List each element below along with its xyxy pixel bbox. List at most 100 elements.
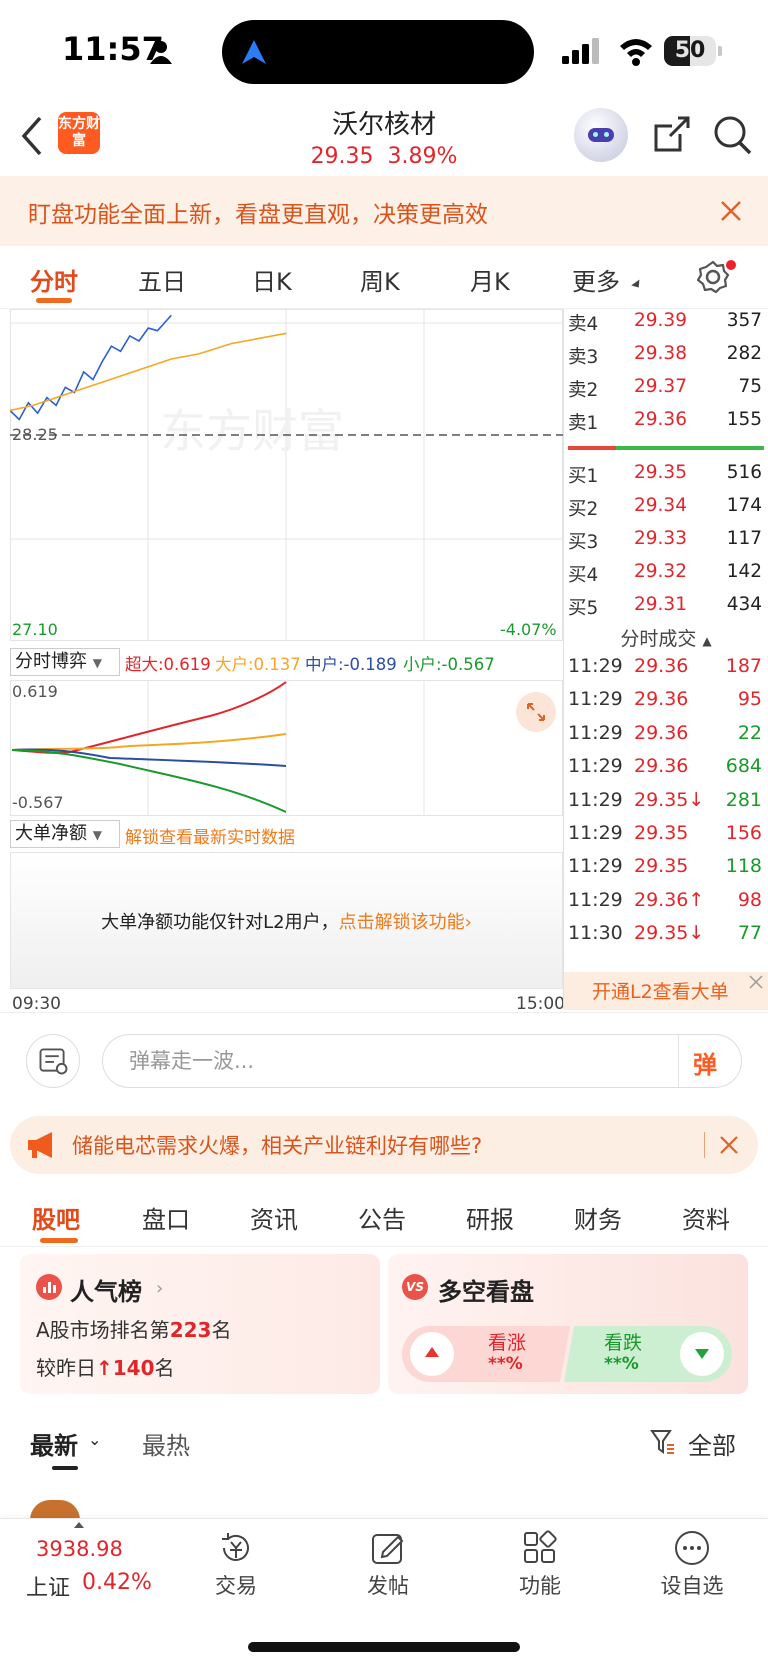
tab-weekly-k[interactable]: 周K xyxy=(360,262,400,297)
tab-more[interactable]: 更多 xyxy=(572,262,620,297)
trade-row: 11:29 29.36 684 xyxy=(568,755,762,778)
trade-row: 11:29 29.36 95 xyxy=(568,688,762,711)
sell-level-3: 卖3 29.38 282 xyxy=(568,343,762,368)
expand-icon[interactable] xyxy=(516,692,556,732)
feed-tab-hot[interactable]: 最热 xyxy=(142,1426,190,1461)
close-icon[interactable] xyxy=(718,198,744,224)
danmaku-send-button[interactable]: 弹 xyxy=(678,1034,742,1088)
popularity-rank: A股市场排名第223名 xyxy=(36,1318,232,1342)
tab-intraday[interactable]: 分时 xyxy=(30,262,78,297)
chevron-right-icon: › xyxy=(156,1278,164,1299)
caret-up-icon xyxy=(74,1522,84,1528)
ai-assistant-robot-icon[interactable] xyxy=(574,108,628,162)
bullish-pct: **% xyxy=(488,1354,523,1374)
game-selector-dropdown[interactable]: 分时博弈 ▼ xyxy=(10,648,120,676)
share-icon[interactable] xyxy=(650,114,692,156)
down-arrow-icon xyxy=(680,1332,724,1376)
tab-monthly-k[interactable]: 月K xyxy=(470,262,510,297)
buy-level-1: 买1 29.35 516 xyxy=(568,462,762,487)
cellular-signal-icon xyxy=(562,38,599,64)
trade-row: 11:29 29.35 118 xyxy=(568,855,762,878)
sell-level-2: 卖2 29.37 75 xyxy=(568,376,762,401)
popularity-title: 人气榜 xyxy=(70,1278,142,1306)
trade-row: 11:29 29.35↓ 281 xyxy=(568,788,762,811)
stock-name: 沃尔核材 xyxy=(331,110,436,140)
status-time: 11:57 xyxy=(62,30,164,68)
tab-news[interactable]: 资讯 xyxy=(250,1200,298,1235)
avatar[interactable] xyxy=(30,1500,80,1520)
compose-icon[interactable] xyxy=(368,1528,408,1568)
feed-active-indicator xyxy=(52,1466,78,1470)
nav-trade[interactable]: 交易 xyxy=(196,1570,276,1600)
tab-announcements[interactable]: 公告 xyxy=(358,1200,406,1235)
big-order-selector-dropdown[interactable]: 大单净额 ▼ xyxy=(10,820,120,848)
l2-upgrade-text[interactable]: 开通L2查看大单 xyxy=(592,977,729,1004)
stock-change-pct: 3.89% xyxy=(387,144,458,169)
game-label-small: 小户:-0.567 xyxy=(403,655,495,674)
divider xyxy=(563,309,564,1009)
nav-functions[interactable]: 功能 xyxy=(500,1570,580,1600)
up-arrow-icon xyxy=(410,1332,454,1376)
stock-price-line: 29.35 3.89% xyxy=(234,144,534,169)
bullish-label: 看涨 xyxy=(488,1332,527,1354)
gear-icon[interactable] xyxy=(696,260,730,294)
sell-level-1: 卖1 29.36 155 xyxy=(568,409,762,434)
divider xyxy=(704,1132,705,1158)
large-flow-line xyxy=(11,733,287,751)
ranking-chart-icon xyxy=(36,1274,62,1300)
notification-dot xyxy=(726,260,736,270)
tab-market[interactable]: 盘口 xyxy=(142,1200,190,1235)
intraday-price-chart[interactable]: 东方财富 xyxy=(10,309,563,641)
feed-tab-latest[interactable]: 最新 xyxy=(30,1426,78,1461)
unlock-realtime-link[interactable]: 解锁查看最新实时数据 xyxy=(125,823,295,848)
nav-add-watchlist[interactable]: 设自选 xyxy=(652,1570,732,1600)
grid-apps-icon[interactable] xyxy=(520,1528,560,1568)
unlock-feature-link[interactable]: 点击解锁该功能 xyxy=(339,912,465,933)
fund-flow-chart[interactable] xyxy=(10,680,563,816)
buy-level-4: 买4 29.32 142 xyxy=(568,561,762,586)
nav-post[interactable]: 发帖 xyxy=(348,1570,428,1600)
time-end-label: 15:00 xyxy=(516,994,565,1014)
tab-profile[interactable]: 资料 xyxy=(682,1200,730,1235)
danmaku-input[interactable]: 弹幕走一波... xyxy=(102,1034,680,1088)
filter-icon[interactable] xyxy=(650,1428,676,1456)
index-value[interactable]: 3938.98 xyxy=(36,1537,123,1561)
tab-research[interactable]: 研报 xyxy=(466,1200,514,1235)
tab-guba[interactable]: 股吧 xyxy=(32,1200,80,1235)
close-icon[interactable] xyxy=(718,1134,740,1156)
news-headline[interactable]: 储能电芯需求火爆，相关产业链利好有哪些? xyxy=(72,1130,482,1160)
divider xyxy=(0,1246,768,1247)
game-label-medium: 中户:-0.189 xyxy=(305,655,397,674)
game-label-large: 大户:0.137 xyxy=(215,655,301,674)
megaphone-icon xyxy=(28,1132,52,1158)
tab-five-day[interactable]: 五日 xyxy=(138,262,186,297)
index-pct[interactable]: 0.42% xyxy=(82,1570,152,1595)
chevron-down-icon[interactable]: ⌄ xyxy=(88,1430,101,1449)
flow-top-label: 0.619 xyxy=(12,682,58,701)
banner-text: 盯盘功能全面上新，看盘更直观，决策更高效 xyxy=(28,202,488,228)
basis-price-label: 28.25 xyxy=(12,425,58,444)
game-label-super: 超大:0.619 xyxy=(125,655,211,674)
tab-finance[interactable]: 财务 xyxy=(574,1200,622,1235)
trade-icon[interactable] xyxy=(216,1528,256,1568)
popularity-change: 较昨日↑140名 xyxy=(36,1356,175,1380)
danmaku-settings-icon[interactable] xyxy=(26,1034,80,1088)
buy-level-3: 买3 29.33 117 xyxy=(568,528,762,553)
trade-row: 11:29 29.36↑ 98 xyxy=(568,888,762,911)
search-icon[interactable] xyxy=(712,114,752,156)
stock-price: 29.35 xyxy=(310,144,374,169)
tab-daily-k[interactable]: 日K xyxy=(252,262,292,297)
close-icon[interactable] xyxy=(748,974,764,990)
buy-level-2: 买2 29.34 174 xyxy=(568,495,762,520)
more-dots-icon[interactable] xyxy=(672,1528,712,1568)
chart-watermark: 东方财富 xyxy=(160,404,344,458)
home-indicator xyxy=(248,1642,520,1652)
feed-filter-all[interactable]: 全部 xyxy=(688,1426,736,1461)
trades-header[interactable]: 分时成交 ▲ xyxy=(564,624,768,651)
low-price-label: 27.10 xyxy=(12,620,58,639)
index-name[interactable]: 上证 xyxy=(26,1570,70,1602)
wifi-icon xyxy=(620,39,652,66)
dropdown-triangle-icon xyxy=(631,279,643,291)
back-chevron-icon[interactable] xyxy=(18,114,48,158)
tab-active-indicator xyxy=(36,298,72,303)
